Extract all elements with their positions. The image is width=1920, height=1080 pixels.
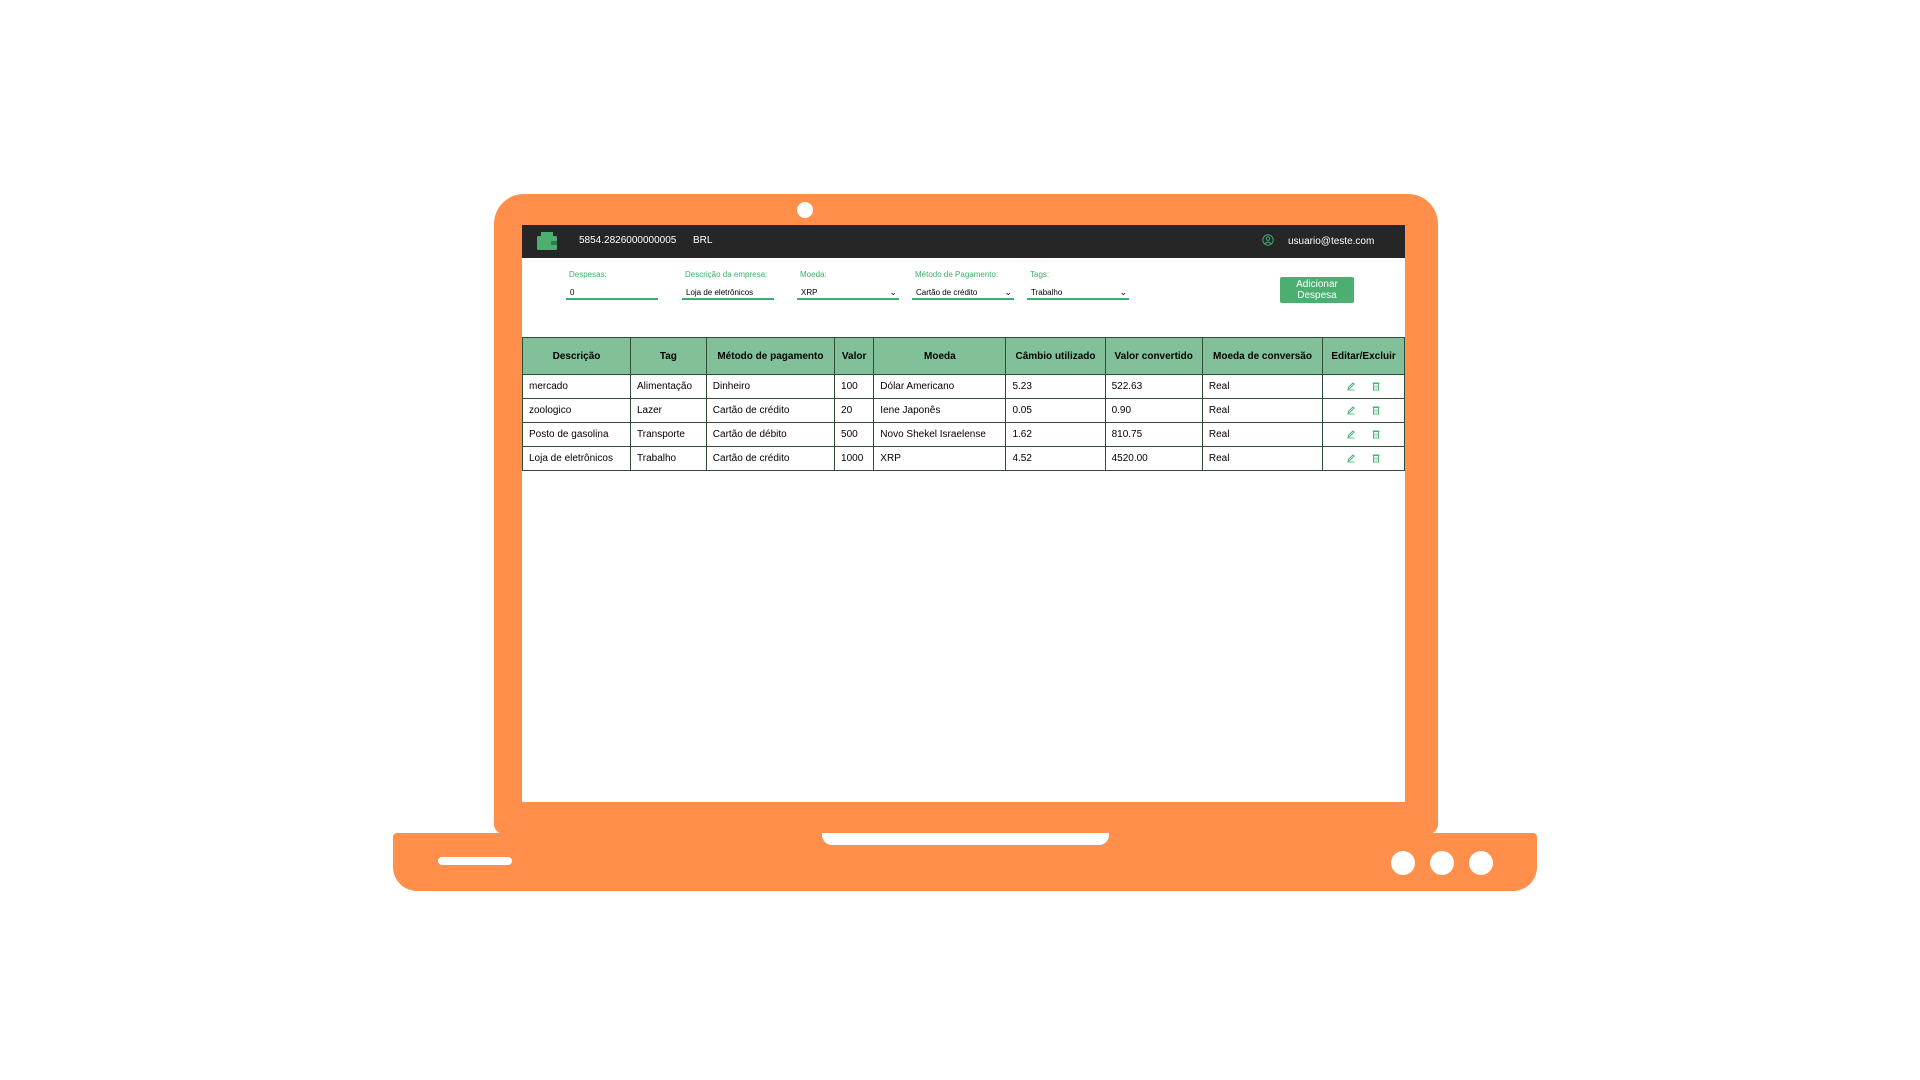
tag-select[interactable]: Trabalho ⌄ (1027, 284, 1129, 300)
table-row: zoologico Lazer Cartão de crédito 20 Ien… (522, 398, 1405, 423)
expense-form: Despesas: 0 Descrição da empresa: Loja d… (522, 258, 1405, 318)
table-actions (1322, 398, 1405, 423)
total-expenses: 5854.2826000000005 (579, 235, 677, 246)
table-cell: 1.62 (1005, 422, 1106, 447)
expense-value-field: Despesas: 0 (566, 270, 658, 302)
table-cell: 1000 (834, 446, 875, 471)
trash-icon[interactable] (1371, 381, 1381, 391)
laptop-camera (797, 202, 813, 218)
column-header: Câmbio utilizado (1005, 337, 1106, 375)
table-cell: Loja de eletrônicos (522, 446, 631, 471)
table-cell: Dinheiro (705, 374, 836, 399)
expense-value-input[interactable]: 0 (566, 284, 658, 300)
edit-icon[interactable] (1346, 381, 1356, 391)
table-cell: XRP (873, 446, 1007, 471)
table-cell: Real (1201, 374, 1324, 399)
table-cell: 4.52 (1005, 446, 1106, 471)
table-cell: Iene Japonês (873, 398, 1007, 423)
chevron-down-icon: ⌄ (1004, 287, 1012, 297)
currency-field: Moeda: XRP ⌄ (797, 270, 899, 302)
user-icon (1262, 234, 1274, 246)
table-actions (1322, 374, 1405, 399)
table-cell: Cartão de crédito (705, 446, 836, 471)
table-cell: Posto de gasolina (522, 422, 631, 447)
table-cell: Novo Shekel Israelense (873, 422, 1007, 447)
trash-icon[interactable] (1371, 405, 1381, 415)
currency-label: Moeda: (800, 270, 827, 279)
table-cell: Trabalho (630, 446, 707, 471)
expense-value-label: Despesas: (569, 270, 607, 279)
laptop-base-slot (438, 857, 512, 865)
chevron-down-icon: ⌄ (1119, 287, 1127, 297)
table-cell: 810.75 (1104, 422, 1203, 447)
column-header: Tag (630, 337, 707, 375)
column-header: Editar/Excluir (1322, 337, 1405, 375)
edit-icon[interactable] (1346, 429, 1356, 439)
laptop-screen: 5854.2826000000005 BRL usuario@teste.com… (522, 225, 1405, 802)
table-row: mercado Alimentação Dinheiro 100 Dólar A… (522, 374, 1405, 399)
header-currency: BRL (693, 235, 713, 246)
table-cell: Transporte (630, 422, 707, 447)
table-cell: Cartão de crédito (705, 398, 836, 423)
table-cell: 0.90 (1104, 398, 1203, 423)
wallet-icon (537, 232, 557, 250)
method-select-value: Cartão de crédito (916, 288, 978, 297)
chevron-down-icon: ⌄ (889, 287, 897, 297)
table-cell: 522.63 (1104, 374, 1203, 399)
column-header: Valor convertido (1104, 337, 1203, 375)
app-header: 5854.2826000000005 BRL usuario@teste.com (522, 225, 1405, 258)
table-cell: 4520.00 (1104, 446, 1203, 471)
table-cell: mercado (522, 374, 631, 399)
expense-table: Descrição Tag Método de pagamento Valor … (522, 337, 1405, 471)
table-cell: Real (1201, 422, 1324, 447)
description-label: Descrição da empresa: (685, 270, 768, 279)
user-email: usuario@teste.com (1288, 236, 1375, 247)
table-cell: 500 (834, 422, 875, 447)
table-cell: Alimentação (630, 374, 707, 399)
table-cell: Real (1201, 446, 1324, 471)
table-cell: Lazer (630, 398, 707, 423)
table-cell: Real (1201, 398, 1324, 423)
table-actions (1322, 446, 1405, 471)
table-cell: 20 (834, 398, 875, 423)
method-select[interactable]: Cartão de crédito ⌄ (912, 284, 1014, 300)
table-cell: 100 (834, 374, 875, 399)
table-actions (1322, 422, 1405, 447)
edit-icon[interactable] (1346, 405, 1356, 415)
column-header: Moeda de conversão (1201, 337, 1324, 375)
table-cell: Cartão de débito (705, 422, 836, 447)
column-header: Valor (834, 337, 875, 375)
trash-icon[interactable] (1371, 453, 1381, 463)
edit-icon[interactable] (1346, 453, 1356, 463)
method-field: Método de Pagamento: Cartão de crédito ⌄ (912, 270, 1014, 302)
tag-field: Tags: Trabalho ⌄ (1027, 270, 1129, 302)
table-cell: zoologico (522, 398, 631, 423)
trash-icon[interactable] (1371, 429, 1381, 439)
table-cell: 5.23 (1005, 374, 1106, 399)
table-cell: 0.05 (1005, 398, 1106, 423)
currency-select-value: XRP (801, 288, 818, 297)
description-field: Descrição da empresa: Loja de eletrônico… (682, 270, 774, 302)
column-header: Descrição (522, 337, 631, 375)
add-expense-button[interactable]: Adicionar Despesa (1280, 277, 1354, 303)
laptop-base-dot (1430, 851, 1454, 875)
tag-label: Tags: (1030, 270, 1050, 279)
table-cell: Dólar Americano (873, 374, 1007, 399)
table-row: Posto de gasolina Transporte Cartão de d… (522, 422, 1405, 447)
column-header: Método de pagamento (705, 337, 836, 375)
table-header-row: Descrição Tag Método de pagamento Valor … (522, 337, 1405, 375)
table-row: Loja de eletrônicos Trabalho Cartão de c… (522, 446, 1405, 471)
column-header: Moeda (873, 337, 1007, 375)
laptop-base-dot (1469, 851, 1493, 875)
laptop-base-dot (1391, 851, 1415, 875)
method-label: Método de Pagamento: (915, 270, 999, 279)
laptop-base-notch (822, 833, 1109, 845)
description-input[interactable]: Loja de eletrônicos (682, 284, 774, 300)
tag-select-value: Trabalho (1031, 288, 1063, 297)
currency-select[interactable]: XRP ⌄ (797, 284, 899, 300)
